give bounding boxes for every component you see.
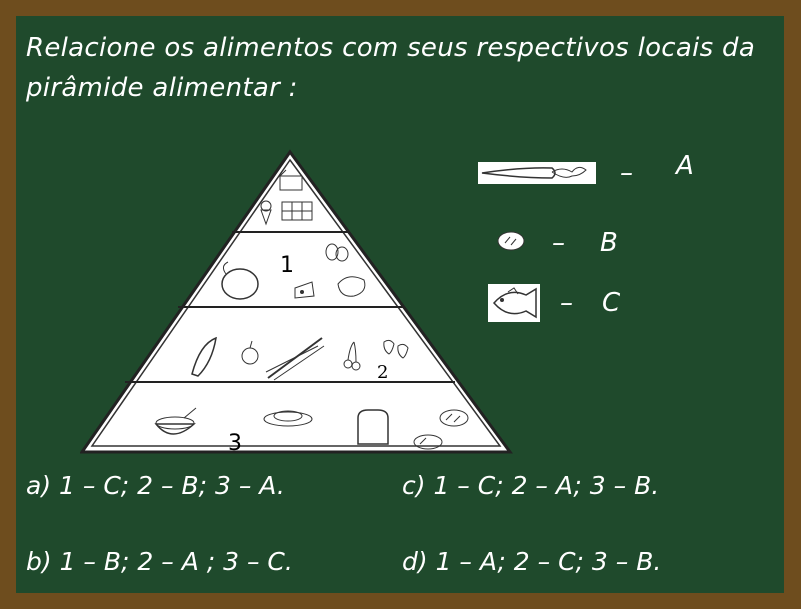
pyramid-level-label-2: 2 [377,362,388,383]
fish-icon [488,284,540,322]
question-text: Relacione os alimentos com seus respecti… [26,28,771,108]
question-line-2: pirâmide alimentar : [26,73,298,103]
legend-letter-c: C [602,288,621,318]
option-a[interactable]: a) 1 – C; 2 – B; 3 – A. [26,471,285,500]
question-line-1: Relacione os alimentos com seus respecti… [26,33,756,63]
chalkboard-frame: Relacione os alimentos com seus respecti… [0,0,801,609]
legend-letter-b: B [600,228,618,258]
legend-dash-b: – [552,228,565,258]
option-b[interactable]: b) 1 – B; 2 – A ; 3 – C. [26,547,293,576]
pyramid-inner [90,158,502,447]
legend-letter-a: A [676,151,694,181]
option-c[interactable]: c) 1 – C; 2 – A; 3 – B. [402,471,659,500]
option-d[interactable]: d) 1 – A; 2 – C; 3 – B. [402,547,661,576]
pyramid-level-label-3: 3 [228,431,242,456]
food-pyramid: 1 2 3 [80,149,513,456]
legend-dash-c: – [560,288,573,318]
bread-roll-icon [496,230,526,252]
carrot-icon [478,162,596,184]
chalkboard: Relacione os alimentos com seus respecti… [16,16,784,593]
pyramid-level-label-1: 1 [280,253,294,278]
legend-dash-a: – [620,158,633,188]
